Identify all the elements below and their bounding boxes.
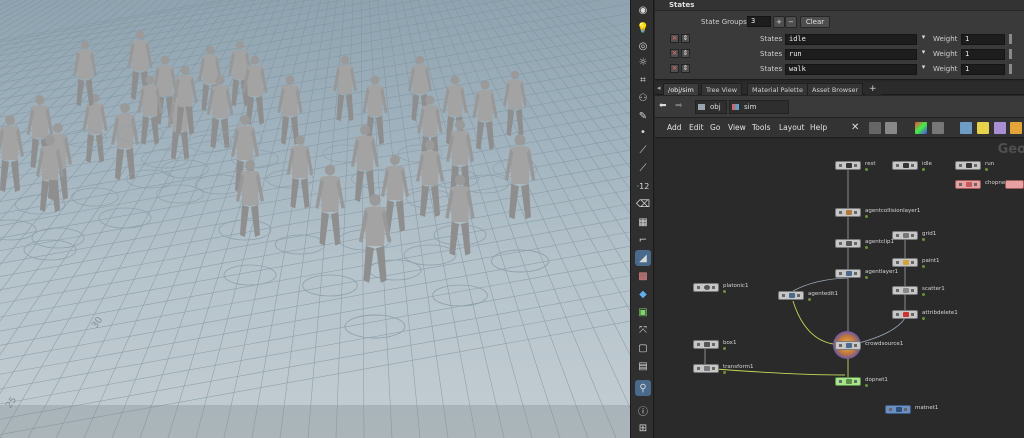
info-icon[interactable]: ⓘ (635, 402, 651, 418)
network-icon[interactable] (960, 122, 972, 134)
lock-icon[interactable]: ⊞ (635, 420, 651, 436)
crowd-agent (344, 194, 406, 339)
state-value-field[interactable]: run (785, 49, 917, 60)
state-groups-plus-button[interactable]: + (773, 16, 785, 28)
pen-icon[interactable]: ✎ (635, 108, 651, 124)
state-groups-field[interactable]: 3 (747, 16, 771, 27)
network-menu-bar: Add Edit Go View Tools Layout Help ✕ (655, 118, 1024, 138)
reorder-state-icon[interactable]: ⇕ (681, 49, 690, 58)
state-menu-icon[interactable]: ▾ (919, 49, 928, 58)
forward-arrow-icon[interactable]: ➡ (675, 101, 683, 111)
remove-state-icon[interactable]: × (670, 34, 679, 43)
texture-icon[interactable]: ▦ (635, 214, 651, 230)
ambient-light-icon[interactable]: ⌗ (635, 72, 651, 88)
menu-layout[interactable]: Layout (779, 123, 805, 132)
box-icon[interactable] (994, 122, 1006, 134)
point-icon[interactable]: • (635, 124, 651, 140)
pane-arrow-icon[interactable]: ◂ (657, 84, 661, 92)
square-icon[interactable]: ▢ (635, 340, 651, 356)
weight-label: Weight (933, 50, 958, 58)
menu-help[interactable]: Help (810, 123, 827, 132)
viewport-floor-shade (0, 405, 630, 438)
state-value-field[interactable]: idle (785, 34, 917, 45)
state-value-field[interactable]: walk (785, 64, 917, 75)
wrench-icon[interactable]: ✕ (851, 122, 863, 134)
sim-icon (732, 104, 739, 110)
location-pin-icon[interactable]: ⚲ (635, 380, 651, 396)
back-arrow-icon[interactable]: ⬅ (659, 101, 667, 111)
states-panel-title: States (655, 0, 1024, 11)
tree-icon[interactable] (869, 122, 881, 134)
env-light-icon[interactable]: ⚇ (635, 90, 651, 106)
weight-slider-handle[interactable] (1009, 49, 1012, 59)
state-row: × ⇕ States run ▾ Weight 1 (655, 48, 1024, 60)
weight-slider-handle[interactable] (1009, 64, 1012, 74)
weight-label: Weight (933, 35, 958, 43)
state-label: States (760, 50, 783, 58)
menu-go[interactable]: Go (710, 123, 720, 132)
number-12-icon[interactable]: ·12 (635, 178, 651, 194)
tab-tree-view[interactable]: Tree View (701, 83, 743, 95)
state-groups-row: State Groups 3 + − Clear (655, 16, 1024, 28)
weight-slider-handle[interactable] (1009, 34, 1012, 44)
grid-cube-icon[interactable]: ▣ (635, 304, 651, 320)
tool-shelf: ◉ 💡 ◎ ☼ ⌗ ⚇ ✎ ⟋ • ⟋ ·12 ⌫ ▦ ⌐ ◢ ▩ ◆ ▣ ⤧ … (630, 0, 654, 438)
reorder-state-icon[interactable]: ⇕ (681, 64, 690, 73)
tab-material-palette[interactable]: Material Palette (747, 83, 808, 95)
state-groups-minus-button[interactable]: − (785, 16, 797, 28)
weight-field[interactable]: 1 (961, 49, 1005, 60)
reorder-state-icon[interactable]: ⇕ (681, 34, 690, 43)
palette-icon[interactable] (915, 122, 927, 134)
crowd-agent (274, 135, 326, 255)
pencil-icon[interactable]: ⟋ (635, 142, 651, 158)
camera-icon[interactable]: ◎ (635, 38, 651, 54)
menu-add[interactable]: Add (667, 123, 682, 132)
render-icon[interactable]: ▤ (635, 358, 651, 374)
grid-icon[interactable] (932, 122, 944, 134)
menu-view[interactable]: View (728, 123, 746, 132)
node-chopnet-offscreen[interactable] (1005, 180, 1024, 189)
add-tab-button[interactable]: + (865, 83, 881, 95)
crowd-agent (0, 115, 37, 241)
sticky-note-icon[interactable] (977, 122, 989, 134)
scene-viewport[interactable]: 30 25 (0, 0, 630, 438)
weight-field[interactable]: 1 (961, 64, 1005, 75)
menu-tools[interactable]: Tools (752, 123, 770, 132)
light-icon[interactable]: 💡 (635, 20, 651, 36)
film-icon[interactable] (1010, 122, 1022, 134)
snap-icon[interactable]: ⤧ (635, 322, 651, 338)
spotlight-icon[interactable]: ☼ (635, 54, 651, 70)
sphere-icon[interactable]: ◉ (635, 2, 651, 18)
paint-icon[interactable]: ⌫ (635, 196, 651, 212)
diamond-icon[interactable]: ◆ (635, 286, 651, 302)
network-editor[interactable]: Geo rest idle run chopnet2 agentcollisio… (655, 139, 1024, 438)
state-label: States (760, 35, 783, 43)
states-panel: States State Groups 3 + − Clear × ⇕ Stat… (655, 0, 1024, 80)
fin-icon[interactable]: ◢ (635, 250, 651, 266)
weight-field[interactable]: 1 (961, 34, 1005, 45)
state-label: States (760, 65, 783, 73)
state-menu-icon[interactable]: ▾ (919, 34, 928, 43)
state-menu-icon[interactable]: ▾ (919, 64, 928, 73)
mesh-icon[interactable]: ▩ (635, 268, 651, 284)
folder-icon (698, 104, 705, 110)
brush-icon[interactable]: ⟋ (635, 160, 651, 176)
remove-state-icon[interactable]: × (670, 49, 679, 58)
remove-state-icon[interactable]: × (670, 64, 679, 73)
crowd-agent (223, 160, 277, 286)
clear-button[interactable]: Clear (800, 16, 830, 28)
ruler-icon[interactable]: ⌐ (635, 232, 651, 248)
state-row: × ⇕ States idle ▾ Weight 1 (655, 33, 1024, 45)
tab-asset-browser[interactable]: Asset Browser (807, 83, 864, 95)
state-row: × ⇕ States walk ▾ Weight 1 (655, 63, 1024, 75)
menu-edit[interactable]: Edit (689, 123, 704, 132)
list-icon[interactable] (885, 122, 897, 134)
state-groups-label: State Groups (701, 18, 747, 26)
path-bar: ⬅ ➡ obj sim (655, 96, 1024, 118)
crowd-agent (432, 174, 488, 307)
tab-obj-sim[interactable]: /obj/sim (663, 83, 699, 95)
weight-label: Weight (933, 65, 958, 73)
pane-tabs: ◂ /obj/sim Tree View Material Palette As… (655, 82, 1024, 95)
viewport-canvas[interactable] (0, 0, 630, 438)
